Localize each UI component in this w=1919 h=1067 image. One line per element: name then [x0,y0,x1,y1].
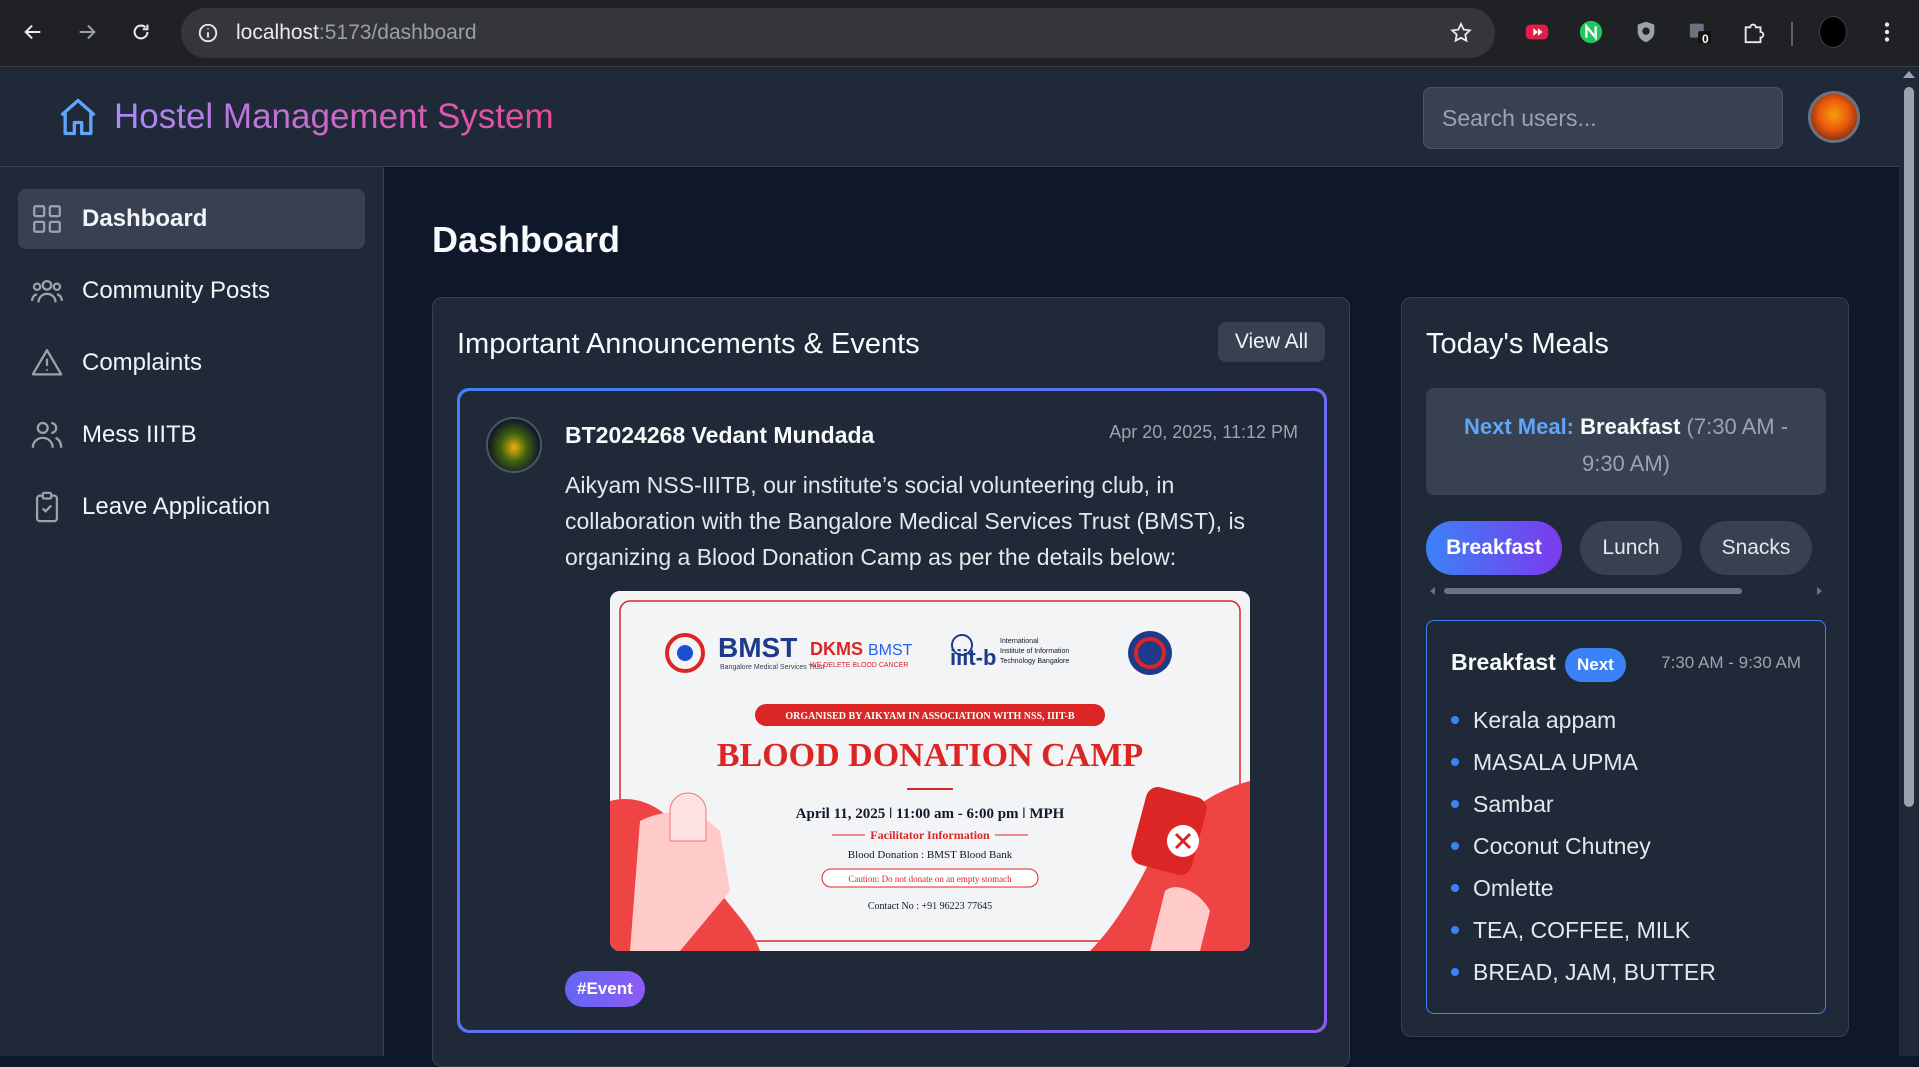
scroll-right-icon [1817,587,1822,595]
sidebar-item-label: Community Posts [82,277,271,304]
sidebar-item-community-posts[interactable]: Community Posts [18,261,365,321]
sidebar-item-label: Leave Application [82,493,271,520]
bookmark-star-icon[interactable] [1449,21,1473,45]
sidebar: Dashboard Community Posts Complaints Mes… [0,167,384,1056]
meal-item: MASALA UPMA [1451,741,1716,783]
announcements-card: Important Announcements & Events View Al… [432,297,1350,1067]
next-badge: Next [1565,648,1626,682]
brand[interactable]: Hostel Management System [56,95,554,139]
browser-toolbar: localhost:5173/dashboard 0 [0,0,1919,67]
sidebar-item-leave-application[interactable]: Leave Application [18,477,365,537]
blood-donation-poster: BMST Bangalore Medical Services Trust DK… [610,591,1250,951]
home-icon [60,98,96,136]
meal-item: Kerala appam [1451,699,1716,741]
meal-item: TEA, COFFEE, MILK [1451,909,1716,951]
search-users-input[interactable] [1423,87,1783,149]
info-icon [198,23,218,43]
page-title: Dashboard [432,219,621,260]
youtube-extension-icon[interactable] [1523,18,1551,46]
page-scrollbar-thumb[interactable] [1904,87,1914,807]
users-group-icon [30,279,64,303]
meal-card-time: 7:30 AM - 9:30 AM [1661,653,1801,672]
post-text: Aikyam NSS-IIITB, our institute’s social… [565,472,1246,570]
meal-item: Sambar [1451,783,1716,825]
reload-button[interactable] [126,17,156,47]
poster-bmst-logo: BMST [718,632,797,663]
forward-button[interactable] [72,17,102,47]
browser-menu-icon[interactable] [1873,18,1901,46]
grid-icon [33,205,61,233]
view-all-button[interactable]: View All [1217,322,1325,362]
meal-item: BREAD, JAM, BUTTER [1451,951,1716,993]
poster-iiitb-sub3: Technology Bangalore [1000,658,1069,665]
poster-dkms-bmst: BMST [868,642,913,659]
profile-icon[interactable] [1819,16,1847,48]
event-poster-image[interactable]: BMST Bangalore Medical Services Trust DK… [610,591,1250,951]
poster-iiitb-sub1: International [1000,638,1039,645]
toolbar-divider [1791,22,1793,46]
meal-tab-snacks[interactable]: Snacks [1700,521,1812,575]
next-meal-name: Breakfast [1580,414,1681,439]
extensions-puzzle-icon[interactable] [1740,18,1768,46]
arrow-left-icon [24,24,41,40]
sidebar-item-complaints[interactable]: Complaints [18,333,365,393]
post-body: BT2024268 Vedant Mundada Apr 20, 2025, 1… [460,391,1324,1030]
poster-dkms-logo: DKMS [810,639,863,659]
event-tag[interactable]: #Event [565,971,645,1007]
user-avatar[interactable] [1808,91,1860,143]
meal-card-name: Breakfast [1451,649,1556,675]
sidebar-item-label: Complaints [82,349,203,376]
n-extension-icon[interactable] [1577,18,1605,46]
sidebar-item-label: Mess IIITB [82,421,197,448]
back-button[interactable] [18,17,48,47]
post-timestamp: Apr 20, 2025, 11:12 PM [1109,422,1298,442]
tab-counter-extension-icon[interactable]: 0 [1686,18,1714,46]
poster-facilitator: Facilitator Information [870,828,990,842]
sidebar-item-mess-iiitb[interactable]: Mess IIITB [18,405,365,465]
meal-items-list: Kerala appam MASALA UPMA Sambar Coconut … [1451,699,1716,993]
address-bar[interactable]: localhost:5173/dashboard [181,8,1495,58]
poster-headline: BLOOD DONATION CAMP [717,737,1143,774]
main-content: Dashboard Important Announcements & Even… [384,167,1899,1067]
clipboard-check-icon [35,491,59,523]
next-meal-label: Next Meal: [1463,414,1575,439]
arrow-right-icon [79,24,96,40]
breakfast-menu-card: Breakfast Next 7:30 AM - 9:30 AM Kerala … [1426,620,1826,1014]
announcement-post[interactable]: BT2024268 Vedant Mundada Apr 20, 2025, 1… [457,388,1327,1033]
scroll-left-icon [1430,587,1435,595]
poster-contact: Contact No : +91 96223 77645 [868,901,992,912]
users-icon [31,421,63,448]
poster-bmst-sub: Bangalore Medical Services Trust [720,664,824,671]
author-avatar [486,417,542,473]
url-text: localhost:5173/dashboard [236,21,477,44]
post-author: BT2024268 Vedant Mundada [565,422,875,448]
poster-details: April 11, 2025 ǀ 11:00 am - 6:00 pm ǀ MP… [796,806,1065,822]
page-scrollbar[interactable] [1899,67,1919,1056]
poster-iiitb-sub2: Institute of Information [1000,648,1069,655]
meal-item: Omlette [1451,867,1716,909]
meal-tabs-scrollbar[interactable] [1426,584,1826,596]
poster-blood-bank: Blood Donation : BMST Blood Bank [848,849,1013,861]
announcements-title: Important Announcements & Events [457,328,920,360]
reload-icon [133,24,149,40]
poster-organised: ORGANISED BY AIKYAM IN ASSOCIATION WITH … [785,711,1074,722]
next-meal-banner: Next Meal: Breakfast (7:30 AM - 9:30 AM) [1426,388,1826,495]
meals-title: Today's Meals [1426,328,1609,360]
app-title: Hostel Management System [114,97,554,136]
top-navbar: Hostel Management System [0,67,1899,167]
poster-caution: Caution: Do not donate on an empty stoma… [848,874,1012,884]
meal-tab-lunch[interactable]: Lunch [1580,521,1682,575]
shield-extension-icon[interactable] [1632,18,1660,46]
app-root: Hostel Management System Dashboard Commu… [0,67,1899,1067]
todays-meals-card: Today's Meals Next Meal: Breakfast (7:30… [1401,297,1849,1037]
scroll-up-icon[interactable] [1899,67,1919,81]
poster-dkms-sub: WE DELETE BLOOD CANCER [810,662,908,669]
extension-badge: 0 [1702,32,1709,46]
sidebar-item-dashboard[interactable]: Dashboard [18,189,365,249]
meal-tab-breakfast[interactable]: Breakfast [1426,521,1562,575]
sidebar-item-label: Dashboard [82,205,208,232]
meal-item: Coconut Chutney [1451,825,1716,867]
poster-iiitb-logo: iiit-b [950,645,996,670]
warning-triangle-icon [31,349,63,376]
